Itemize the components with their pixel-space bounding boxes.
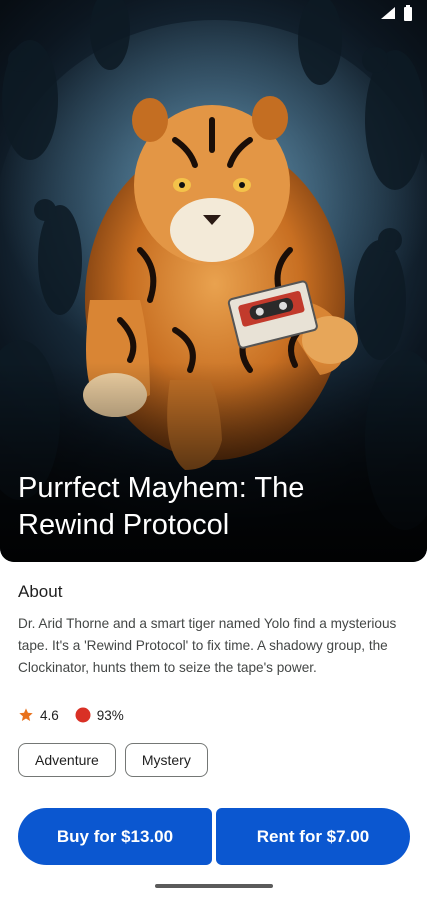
book-title: Purrfect Mayhem: The Rewind Protocol (18, 472, 305, 541)
rent-button[interactable]: Rent for $7.00 (216, 808, 410, 865)
rating-stat: 4.6 (18, 707, 59, 723)
home-indicator[interactable] (155, 884, 273, 888)
genre-chips: Adventure Mystery (18, 743, 208, 777)
hero-cover: Purrfect Mayhem: The Rewind Protocol (0, 0, 427, 562)
purchase-actions: Buy for $13.00 Rent for $7.00 (18, 808, 410, 865)
genre-chip-mystery[interactable]: Mystery (124, 743, 208, 777)
star-icon (18, 707, 34, 723)
score-stat: 93% (75, 707, 124, 723)
red-circle-icon (75, 707, 91, 723)
rating-row: 4.6 93% (18, 707, 140, 723)
status-bar (381, 4, 413, 22)
score-value: 93% (96, 707, 124, 723)
signal-icon (381, 7, 395, 19)
rating-value: 4.6 (40, 707, 59, 723)
battery-icon (403, 5, 413, 21)
genre-chip-adventure[interactable]: Adventure (18, 743, 116, 777)
buy-button[interactable]: Buy for $13.00 (18, 808, 212, 865)
about-heading: About (18, 582, 63, 601)
about-description: Dr. Arid Thorne and a smart tiger named … (18, 616, 397, 675)
book-detail-screen: Purrfect Mayhem: The Rewind Protocol Abo… (0, 0, 427, 900)
